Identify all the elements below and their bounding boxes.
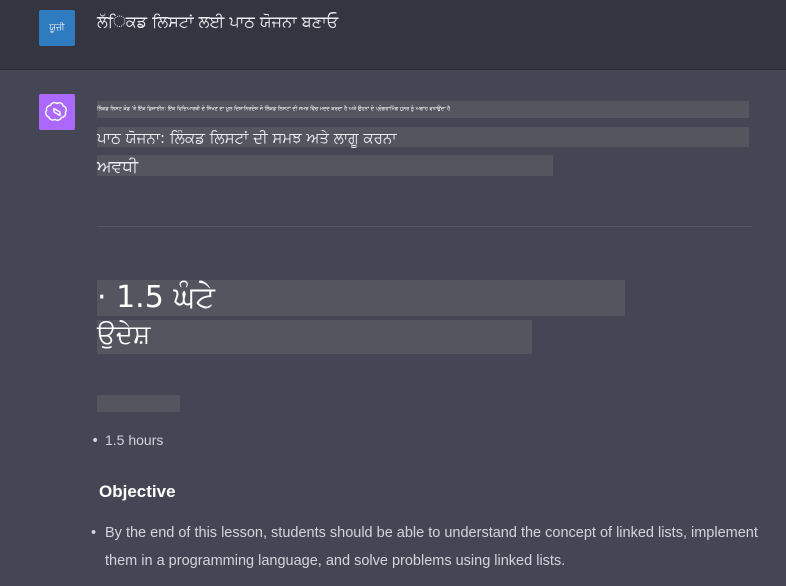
objective-text-en: By the end of this lesson, students shou… bbox=[105, 525, 758, 569]
duration-bullet-pa: · 1.5 ਘੰਟੇ bbox=[97, 280, 215, 315]
bullet-dot: • bbox=[91, 525, 97, 541]
user-avatar: ਯੂਜ਼ੀ bbox=[39, 10, 75, 46]
user-message-row: ਯੂਜ਼ੀ ਲੱਿਕਡ ਲਿਸਟਾਂ ਲਈ ਪਾਠ ਯੋਜਨਾ ਬਣਾਓ bbox=[0, 0, 786, 70]
objective-heading-highlight bbox=[97, 320, 532, 354]
duration-text-en: 1.5 hours bbox=[105, 432, 164, 448]
chat-page: ਯੂਜ਼ੀ ਲੱਿਕਡ ਲਿਸਟਾਂ ਲਈ ਪਾਠ ਯੋਜਨਾ ਬਣਾਓ ਲਿੰ… bbox=[0, 0, 786, 586]
user-avatar-text: ਯੂਜ਼ੀ bbox=[49, 23, 65, 33]
assistant-avatar bbox=[39, 94, 75, 130]
duration-heading: ਅਵਧੀ bbox=[97, 157, 139, 177]
objective-heading-en: Objective bbox=[99, 482, 176, 501]
duration-heading-highlight bbox=[97, 155, 553, 176]
small-highlight-box bbox=[97, 395, 180, 412]
section-divider bbox=[97, 226, 752, 227]
intro-text: ਲਿੰਕਡ ਲਿਸਟ ਕੋਡ 'ਤੇ ਇੱਕ ਡਿਜ਼ਾਈਨ: ਇੱਕ ਵਿਦਿ… bbox=[97, 106, 451, 112]
objective-heading-pa: ਉਦੇਸ਼ bbox=[97, 320, 151, 350]
openai-logo-icon bbox=[45, 101, 67, 121]
duration-bullet-en: • 1.5 hours bbox=[91, 432, 163, 449]
user-message-text: ਲੱਿਕਡ ਲਿਸਟਾਂ ਲਈ ਪਾਠ ਯੋਜਨਾ ਬਣਾਓ bbox=[97, 12, 339, 31]
plan-title: ਪਾਠ ਯੋਜਨਾ: ਲਿੰਕਡ ਲਿਸਟਾਂ ਦੀ ਸਮਝ ਅਤੇ ਲਾਗੂ … bbox=[97, 129, 397, 147]
objective-bullet-en: • By the end of this lesson, students sh… bbox=[91, 519, 771, 575]
bullet-dot: • bbox=[91, 433, 100, 449]
